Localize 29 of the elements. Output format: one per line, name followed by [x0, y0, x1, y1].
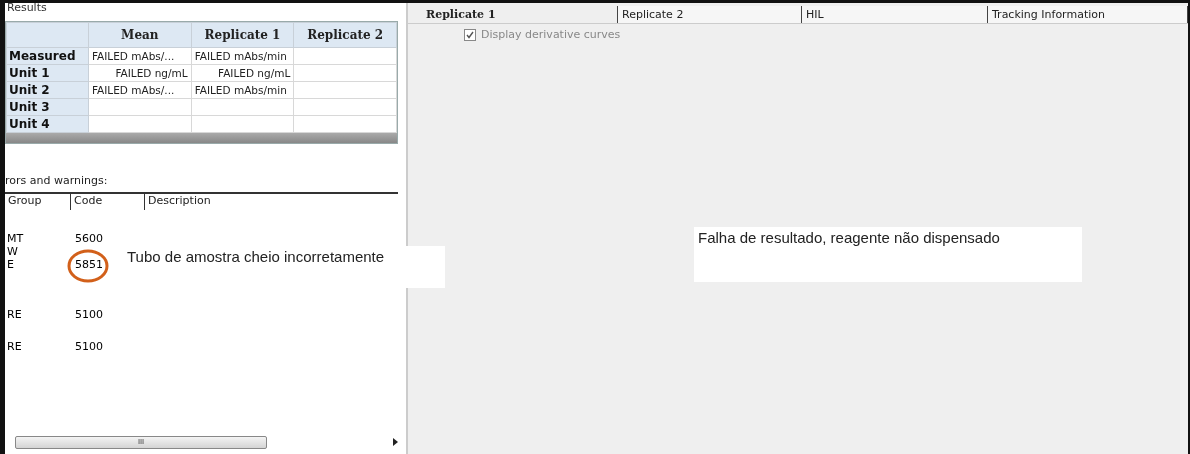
column-header[interactable]: Group: [5, 194, 70, 210]
tab[interactable]: HIL: [802, 6, 988, 23]
column-header: Replicate 1: [191, 22, 294, 48]
code-cell: 5100: [75, 308, 103, 321]
table-cell: FAILED mAbs/...: [88, 47, 192, 65]
column-header[interactable]: Description: [144, 194, 398, 210]
checkmark-icon: [466, 30, 474, 39]
table-cell: FAILED mAbs/min: [191, 47, 294, 65]
results-title: Results: [6, 3, 48, 15]
table-cell: FAILED mAbs/min: [191, 81, 294, 99]
group-cell-text: W: [6, 245, 19, 258]
column-header: Replicate 2: [293, 22, 397, 48]
group-cell-text: E: [6, 258, 15, 271]
tab[interactable]: Replicate 2: [618, 6, 802, 23]
tab[interactable]: Tracking Information: [988, 6, 1188, 23]
code-cell: 5100: [75, 340, 103, 353]
annotation-text: Falha de resultado, reagente não dispensado: [694, 227, 1082, 282]
group-cell-text: RE: [6, 308, 23, 321]
group-cell-text: RE: [6, 340, 23, 353]
group-cell-text: MT: [6, 232, 25, 245]
code-cell: 5600: [75, 232, 103, 245]
table-cell: FAILED mAbs/...: [88, 81, 192, 99]
code-cell: 5851: [75, 258, 103, 271]
column-header: Mean: [88, 22, 192, 48]
table-cell: FAILED ng/mL: [191, 64, 294, 82]
table-cell: FAILED ng/mL: [88, 64, 192, 82]
column-header[interactable]: Code: [70, 194, 144, 210]
scroll-right-icon[interactable]: [393, 438, 398, 446]
errors-title: rors and warnings:: [5, 174, 109, 187]
